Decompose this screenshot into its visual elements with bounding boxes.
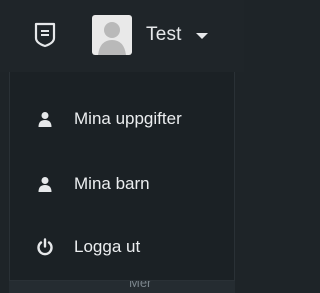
user-dropdown-menu: Mina uppgifter Mina barn Logga ut [9,72,235,281]
user-menu-toggle[interactable]: Test [92,15,208,55]
menu-item-label: Logga ut [74,237,141,256]
avatar [92,15,132,55]
top-navbar: Test [0,0,244,72]
power-icon [35,237,55,257]
menu-item-mina-uppgifter[interactable]: Mina uppgifter [10,99,234,139]
person-icon [35,109,55,129]
menu-item-label: Mina uppgifter [74,109,182,128]
menu-item-label: Mina barn [74,174,150,193]
underlying-partial-text: Mer [129,281,152,290]
caret-down-icon [195,33,208,39]
menu-item-mina-barn[interactable]: Mina barn [10,164,234,204]
user-name: Test [146,24,182,45]
document-list-icon[interactable] [33,22,57,48]
person-icon [35,174,55,194]
underlying-page-strip: Mer [9,281,235,293]
menu-item-logga-ut[interactable]: Logga ut [10,227,234,267]
